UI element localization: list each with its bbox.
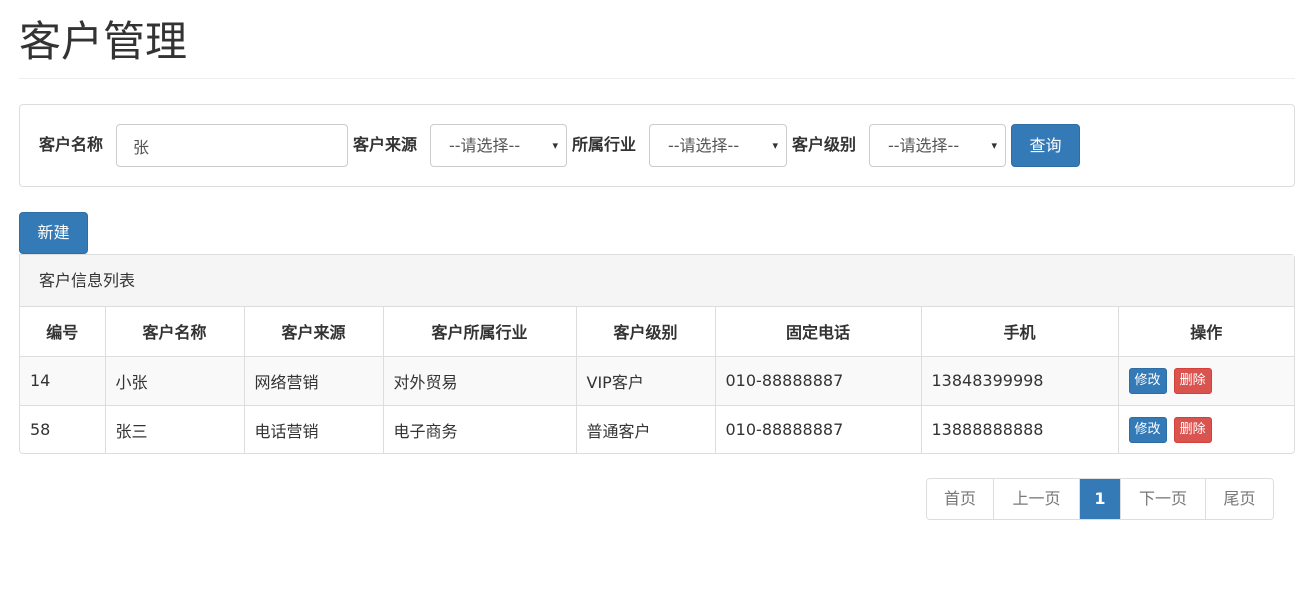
pagination-prev[interactable]: 上一页 bbox=[994, 479, 1080, 519]
cell-phone: 010-88888887 bbox=[715, 356, 922, 406]
query-button[interactable]: 查询 bbox=[1011, 124, 1080, 167]
pagination-last[interactable]: 尾页 bbox=[1206, 479, 1273, 519]
customer-level-label: 客户级别 bbox=[792, 135, 857, 154]
table-row: 58 张三 电话营销 电子商务 普通客户 010-88888887 138888… bbox=[20, 405, 1294, 454]
customer-level-select[interactable]: --请选择-- ▾ bbox=[869, 124, 1006, 167]
search-panel: 客户名称 客户来源 --请选择-- ▾ 所属行业 --请选择-- ▾ 客户级别 … bbox=[19, 104, 1295, 187]
delete-button[interactable]: 删除 bbox=[1173, 367, 1212, 394]
cell-actions: 修改 删除 bbox=[1118, 356, 1294, 406]
caret-down-icon: ▾ bbox=[991, 139, 997, 152]
column-header-level: 客户级别 bbox=[576, 307, 716, 357]
cell-level: VIP客户 bbox=[576, 356, 716, 406]
cell-name: 张三 bbox=[105, 405, 245, 454]
caret-down-icon: ▾ bbox=[552, 139, 558, 152]
cell-id: 58 bbox=[20, 405, 106, 454]
customer-name-label: 客户名称 bbox=[39, 135, 104, 154]
customer-source-select[interactable]: --请选择-- ▾ bbox=[430, 124, 567, 167]
customer-name-input[interactable] bbox=[116, 124, 348, 167]
pagination-first[interactable]: 首页 bbox=[927, 479, 994, 519]
customer-level-selected: --请选择-- bbox=[888, 136, 960, 155]
delete-button[interactable]: 删除 bbox=[1173, 416, 1212, 443]
cell-source: 电话营销 bbox=[244, 405, 384, 454]
cell-name: 小张 bbox=[105, 356, 245, 406]
cell-id: 14 bbox=[20, 356, 106, 406]
page-header: 客户管理 bbox=[19, 0, 1295, 79]
column-header-actions: 操作 bbox=[1118, 307, 1294, 357]
pagination-page-1[interactable]: 1 bbox=[1080, 479, 1121, 519]
customer-source-selected: --请选择-- bbox=[449, 136, 521, 155]
column-header-id: 编号 bbox=[20, 307, 106, 357]
cell-source: 网络营销 bbox=[244, 356, 384, 406]
cell-level: 普通客户 bbox=[576, 405, 716, 454]
cell-mobile: 13888888888 bbox=[921, 405, 1119, 454]
caret-down-icon: ▾ bbox=[772, 139, 778, 152]
column-header-name: 客户名称 bbox=[105, 307, 245, 357]
new-customer-button[interactable]: 新建 bbox=[19, 212, 88, 254]
cell-actions: 修改 删除 bbox=[1118, 405, 1294, 454]
column-header-industry: 客户所属行业 bbox=[383, 307, 577, 357]
pagination: 首页 上一页 1 下一页 尾页 bbox=[926, 478, 1274, 520]
list-panel-heading: 客户信息列表 bbox=[20, 255, 1294, 307]
column-header-source: 客户来源 bbox=[244, 307, 384, 357]
column-header-mobile: 手机 bbox=[921, 307, 1119, 357]
customer-table: 编号 客户名称 客户来源 客户所属行业 客户级别 固定电话 手机 操作 14 小… bbox=[20, 307, 1294, 454]
industry-select[interactable]: --请选择-- ▾ bbox=[649, 124, 787, 167]
page-title: 客户管理 bbox=[19, 17, 188, 66]
table-row: 14 小张 网络营销 对外贸易 VIP客户 010-88888887 13848… bbox=[20, 356, 1294, 406]
customer-source-label: 客户来源 bbox=[353, 135, 418, 154]
table-header-row: 编号 客户名称 客户来源 客户所属行业 客户级别 固定电话 手机 操作 bbox=[20, 307, 1294, 357]
industry-label: 所属行业 bbox=[572, 135, 637, 154]
cell-industry: 对外贸易 bbox=[383, 356, 577, 406]
edit-button[interactable]: 修改 bbox=[1128, 416, 1167, 443]
cell-mobile: 13848399998 bbox=[921, 356, 1119, 406]
customer-list-panel: 客户信息列表 编号 客户名称 客户来源 客户所属行业 客户级别 固定电话 手机 … bbox=[19, 254, 1295, 454]
cell-phone: 010-88888887 bbox=[715, 405, 922, 454]
industry-selected: --请选择-- bbox=[668, 136, 740, 155]
pagination-next[interactable]: 下一页 bbox=[1121, 479, 1206, 519]
column-header-phone: 固定电话 bbox=[715, 307, 922, 357]
edit-button[interactable]: 修改 bbox=[1128, 367, 1167, 394]
cell-industry: 电子商务 bbox=[383, 405, 577, 454]
